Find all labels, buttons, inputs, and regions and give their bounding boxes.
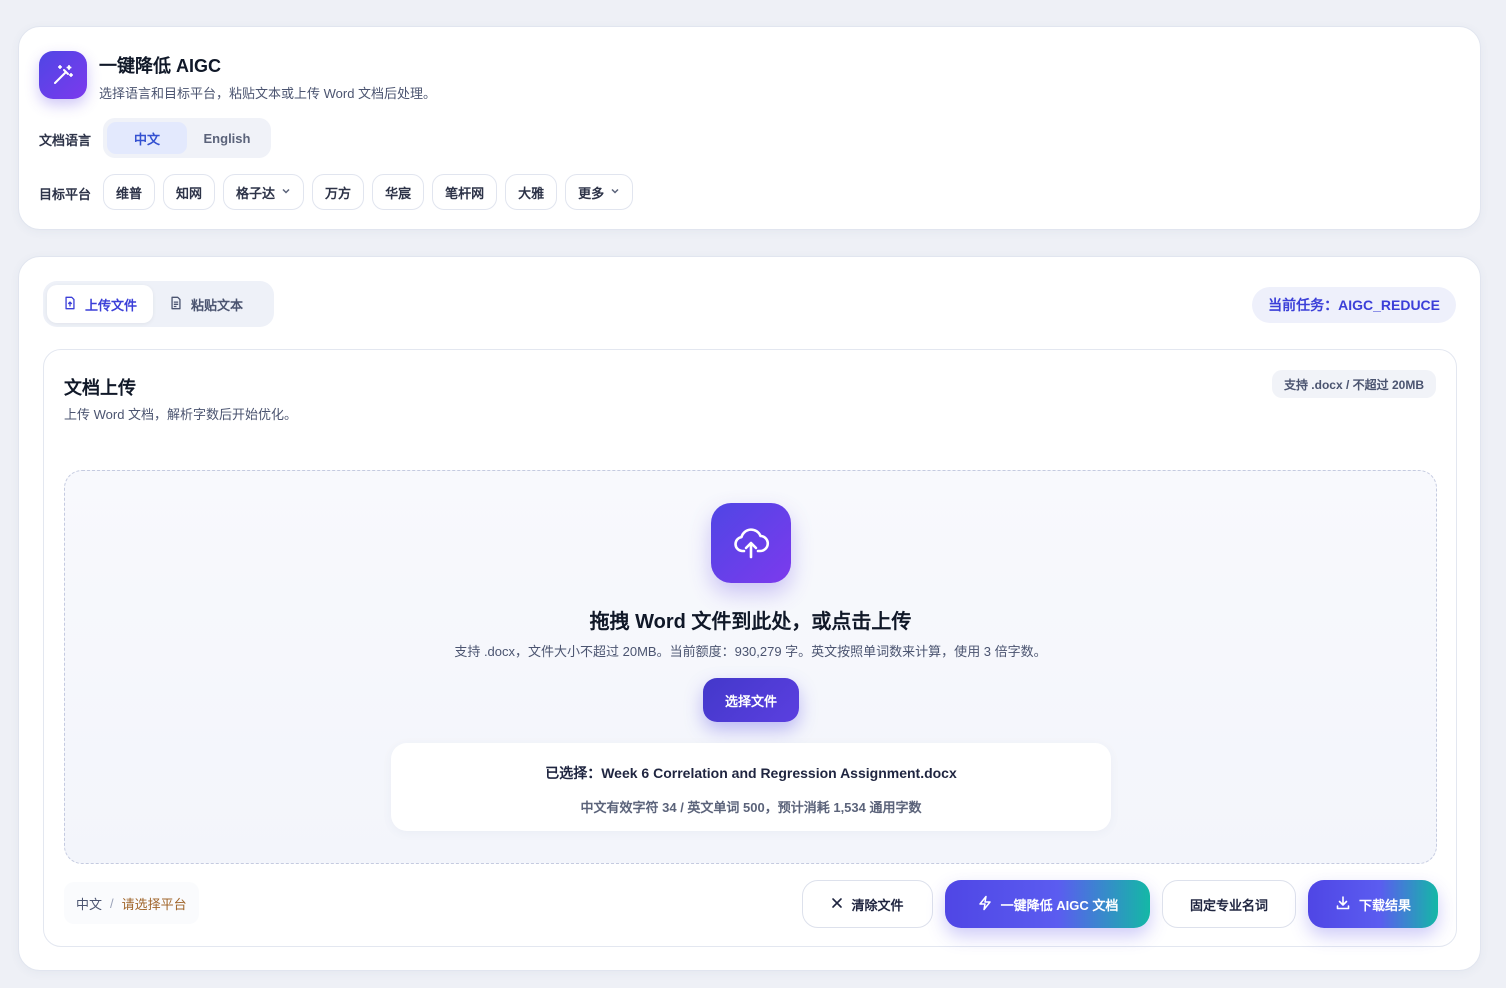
platform-daya[interactable]: 大雅 — [505, 174, 558, 210]
platform-gezida[interactable]: 格子达 — [223, 174, 305, 210]
clear-file-button[interactable]: 清除文件 — [802, 880, 933, 928]
dropzone-description: 支持 .docx，文件大小不超过 20MB。当前额度：930,279 字。英文按… — [454, 644, 1047, 659]
upload-subtitle: 上传 Word 文档，解析字数后开始优化。 — [64, 407, 298, 422]
chevron-down-icon — [281, 186, 291, 199]
summary-language: 中文 — [76, 896, 103, 912]
language-option-en[interactable]: English — [187, 122, 267, 154]
upload-panel: 文档上传 上传 Word 文档，解析字数后开始优化。 支持 .docx / 不超… — [43, 349, 1457, 947]
tab-upload-file-label: 上传文件 — [85, 297, 138, 313]
file-dropzone[interactable]: 拖拽 Word 文件到此处，或点击上传 支持 .docx，文件大小不超过 20M… — [64, 470, 1437, 864]
platform-bigan[interactable]: 笔杆网 — [432, 174, 498, 210]
summary-platform-hint: 请选择平台 — [121, 896, 187, 912]
choose-file-button[interactable]: 选择文件 — [703, 678, 799, 722]
tab-paste-text-label: 粘贴文本 — [191, 297, 244, 313]
tab-upload-file[interactable]: 上传文件 — [47, 285, 154, 323]
download-result-label: 下载结果 — [1358, 897, 1411, 913]
summary-separator: / — [110, 895, 114, 911]
main-card: 上传文件 粘贴文本 当前任务：AIGC_REDUCE 文档上传 上传 Word … — [18, 256, 1481, 971]
platform-huachen[interactable]: 华宸 — [372, 174, 425, 210]
support-chip: 支持 .docx / 不超过 20MB — [1271, 370, 1436, 398]
fix-terms-button[interactable]: 固定专业名词 — [1162, 880, 1296, 928]
upload-title: 文档上传 — [64, 378, 136, 398]
platform-gezida-label: 格子达 — [236, 185, 276, 201]
document-text-icon — [169, 296, 183, 313]
app-title: 一键降低 AIGC — [99, 56, 222, 76]
language-option-zh[interactable]: 中文 — [107, 122, 187, 154]
language-label: 文档语言 — [39, 133, 92, 148]
close-icon — [831, 897, 843, 912]
selected-file-name: 已选择：Week 6 Correlation and Regression As… — [545, 765, 957, 781]
reduce-aigc-button[interactable]: 一键降低 AIGC 文档 — [945, 880, 1150, 928]
platform-weipu[interactable]: 维普 — [103, 174, 156, 210]
settings-card: 一键降低 AIGC 选择语言和目标平台，粘贴文本或上传 Word 文档后处理。 … — [18, 26, 1481, 230]
magic-wand-icon — [39, 51, 87, 99]
clear-file-label: 清除文件 — [851, 897, 904, 913]
platform-wanfang[interactable]: 万方 — [312, 174, 365, 210]
language-selector: 中文 English — [103, 118, 271, 158]
download-icon — [1335, 895, 1351, 914]
cloud-upload-icon — [711, 503, 791, 583]
file-upload-icon — [63, 296, 77, 313]
platform-label: 目标平台 — [39, 187, 92, 202]
current-task-badge: 当前任务：AIGC_REDUCE — [1252, 287, 1456, 323]
download-result-button[interactable]: 下载结果 — [1308, 880, 1438, 928]
selection-summary: 中文 / 请选择平台 — [64, 882, 199, 924]
platform-more-label: 更多 — [578, 185, 605, 201]
dropzone-title: 拖拽 Word 文件到此处，或点击上传 — [589, 611, 912, 633]
selected-file-card: 已选择：Week 6 Correlation and Regression As… — [391, 743, 1111, 831]
chevron-down-icon — [610, 186, 620, 199]
lightning-icon — [977, 895, 993, 914]
reduce-aigc-label: 一键降低 AIGC 文档 — [1000, 897, 1119, 913]
platform-more[interactable]: 更多 — [565, 174, 634, 210]
platform-list: 维普 知网 格子达 万方 华宸 笔杆网 大雅 更多 — [103, 174, 634, 210]
mode-tabs: 上传文件 粘贴文本 — [43, 281, 274, 327]
file-stats: 中文有效字符 34 / 英文单词 500，预计消耗 1,534 通用字数 — [580, 800, 922, 815]
platform-cnki[interactable]: 知网 — [163, 174, 216, 210]
app-subtitle: 选择语言和目标平台，粘贴文本或上传 Word 文档后处理。 — [99, 86, 437, 101]
tab-paste-text[interactable]: 粘贴文本 — [153, 285, 259, 323]
